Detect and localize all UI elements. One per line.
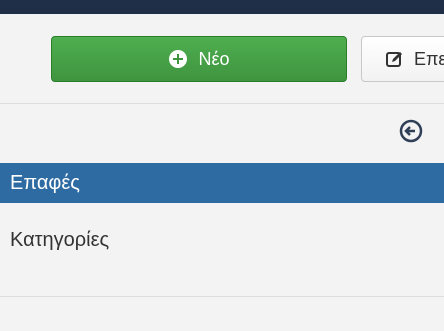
sidebar-item-label: Κατηγορίες	[10, 228, 110, 251]
new-button[interactable]: Νέο	[51, 36, 347, 82]
toolbar: Νέο Επεξεργασία	[0, 14, 444, 104]
top-header-border	[0, 0, 444, 14]
edit-button-label: Επεξεργασία	[414, 48, 444, 69]
collapse-sidebar-button[interactable]	[398, 119, 424, 148]
edit-icon	[386, 50, 404, 68]
sidebar-item-categories[interactable]: Κατηγορίες	[0, 220, 444, 260]
plus-circle-icon	[168, 49, 188, 69]
edit-button[interactable]: Επεξεργασία	[361, 36, 444, 82]
new-button-label: Νέο	[198, 48, 230, 69]
bottom-divider	[0, 296, 444, 297]
sidebar-item-contacts[interactable]: Επαφές	[0, 163, 444, 203]
sidebar-item-label: Επαφές	[10, 171, 80, 194]
arrow-left-circle-icon	[399, 119, 423, 148]
